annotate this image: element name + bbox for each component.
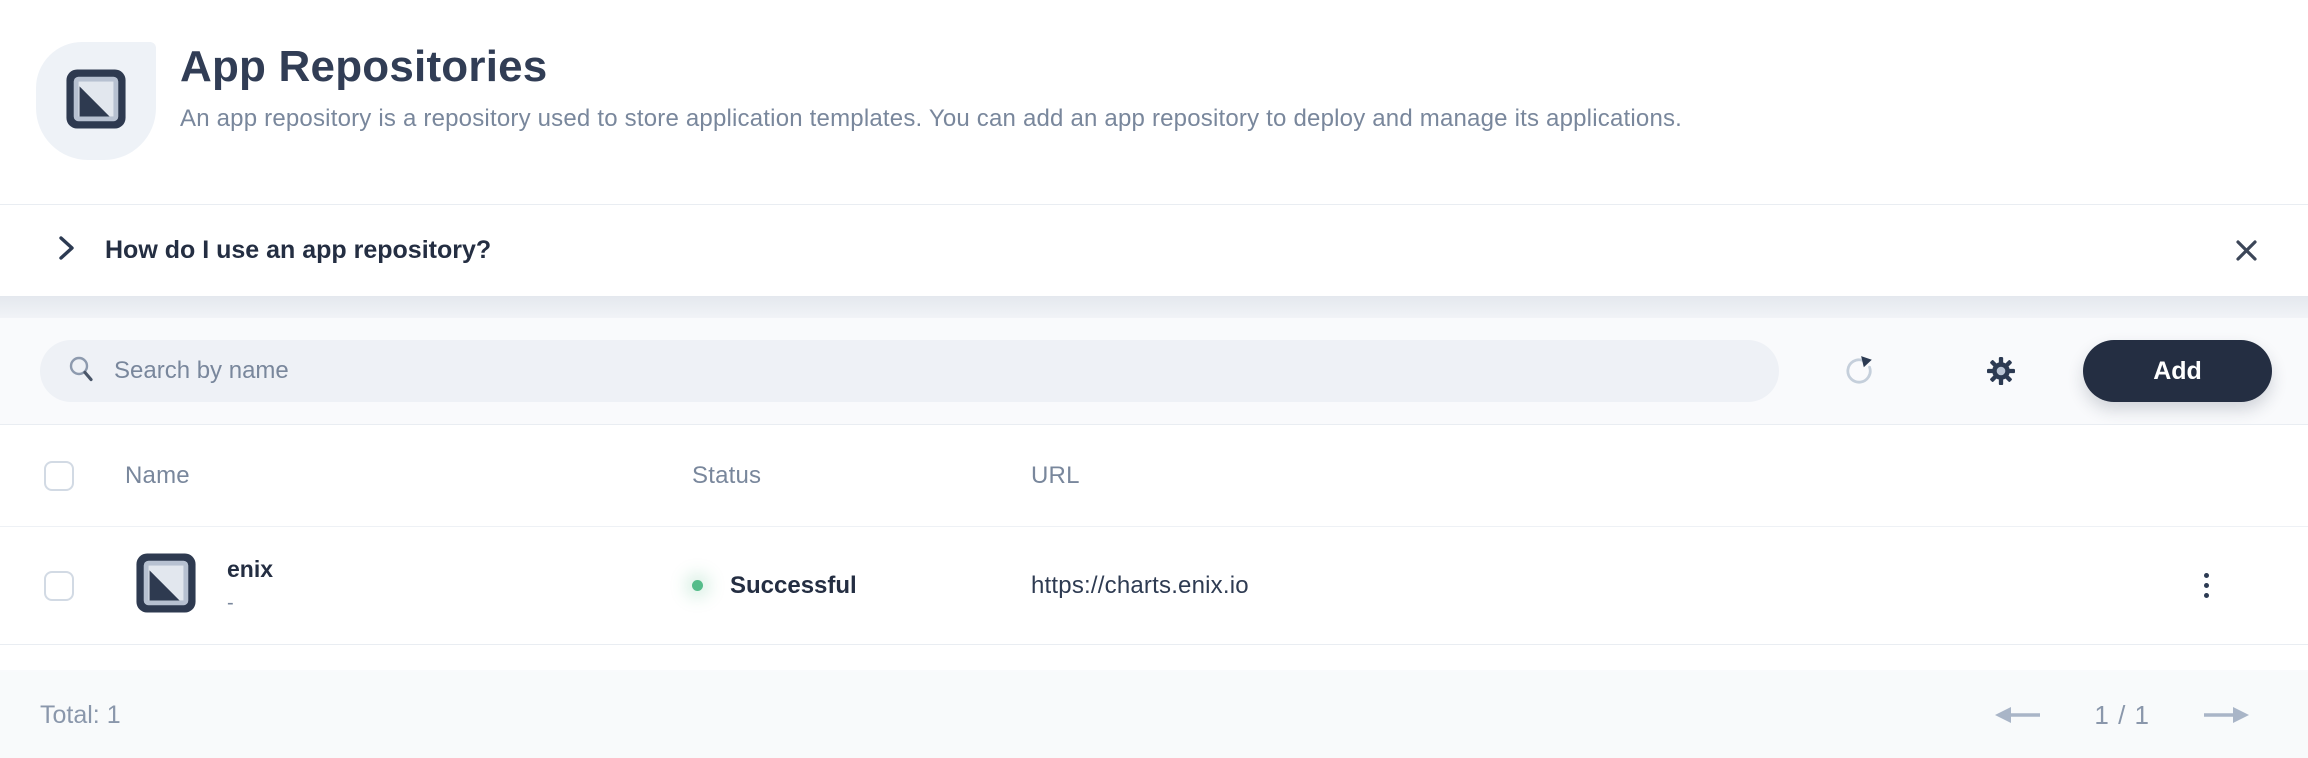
row-checkbox[interactable]: [44, 571, 74, 601]
list-footer: Total: 1 1 / 1: [0, 672, 2308, 758]
column-header-status: Status: [692, 462, 761, 490]
status-dot: [692, 580, 703, 591]
status-badge: Successful: [730, 572, 857, 600]
gear-icon[interactable]: [1979, 349, 2023, 393]
table-header-row: Name Status URL: [0, 425, 2308, 527]
content-area: Add Name Status URL: [0, 318, 2308, 758]
app-repository-icon-badge: [36, 42, 156, 160]
app-repository-icon: [65, 66, 127, 137]
repository-subtitle: -: [227, 592, 273, 615]
pagination: 1 / 1: [1994, 700, 2250, 731]
search-bar[interactable]: [40, 340, 1779, 402]
toolbar: Add: [0, 318, 2308, 424]
page-description: An app repository is a repository used t…: [180, 105, 1682, 133]
column-header-name: Name: [125, 462, 190, 490]
help-banner[interactable]: How do I use an app repository?: [0, 204, 2308, 296]
total-count: Total: 1: [40, 701, 121, 730]
add-button[interactable]: Add: [2083, 340, 2272, 402]
repository-url: https://charts.enix.io: [1031, 572, 1249, 600]
refresh-icon[interactable]: [1837, 349, 1881, 393]
close-icon[interactable]: [2226, 231, 2266, 271]
search-icon: [66, 354, 96, 389]
page-header: App Repositories An app repository is a …: [0, 0, 2308, 204]
app-repositories-table: Name Status URL: [0, 424, 2308, 670]
page-title: App Repositories: [180, 42, 1682, 93]
repository-name[interactable]: enix: [227, 556, 273, 583]
kebab-menu-icon[interactable]: [2196, 565, 2217, 606]
table-row[interactable]: enix - Successful https://charts.enix.io: [0, 527, 2308, 645]
select-all-checkbox[interactable]: [44, 461, 74, 491]
column-header-url: URL: [1031, 462, 1080, 490]
arrow-left-icon[interactable]: [1994, 701, 2042, 729]
table-bottom-padding: [0, 645, 2308, 670]
arrow-right-icon[interactable]: [2202, 701, 2250, 729]
banner-shadow-strip: [0, 296, 2308, 318]
search-input[interactable]: [114, 357, 1755, 385]
help-banner-question[interactable]: How do I use an app repository?: [105, 236, 491, 265]
page-indicator: 1 / 1: [2094, 700, 2150, 731]
chevron-right-icon[interactable]: [57, 235, 77, 266]
app-repository-icon: [135, 551, 197, 620]
